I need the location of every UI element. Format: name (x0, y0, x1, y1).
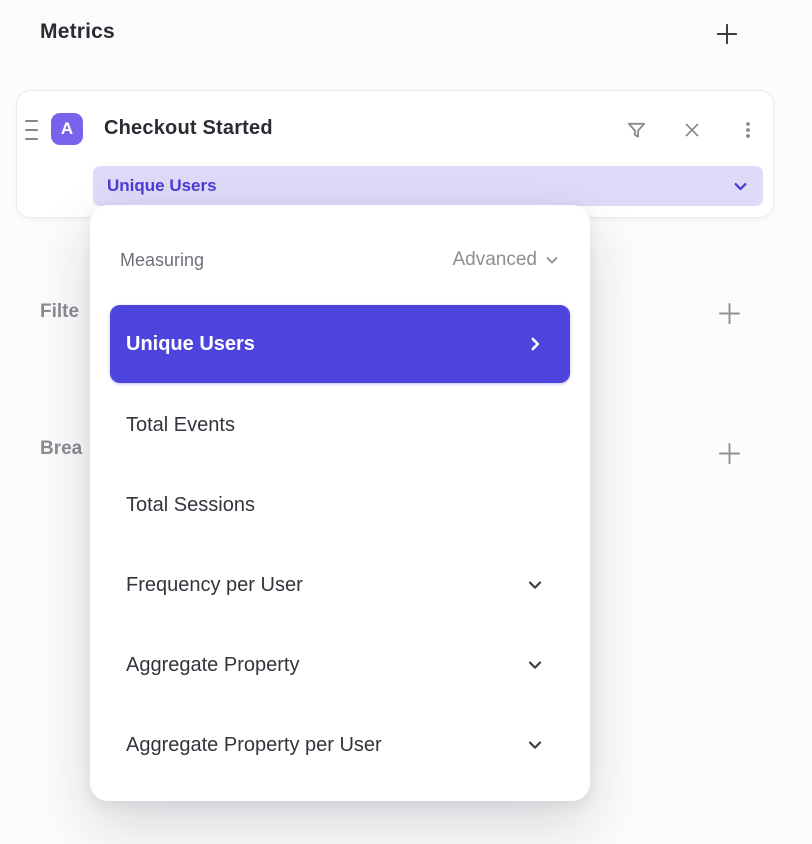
metric-card: A Checkout Started Unique Users (16, 90, 774, 218)
chevron-down-icon (526, 736, 544, 754)
measuring-title: Measuring (120, 250, 204, 271)
plus-icon (714, 21, 740, 47)
menu-item-label: Unique Users (126, 333, 255, 356)
chevron-down-icon (544, 252, 560, 268)
menu-item-label: Aggregate Property per User (126, 734, 382, 757)
metrics-panel: Metrics Filte Brea A Checkout Started (0, 0, 812, 844)
breakdown-section-label: Brea (40, 438, 82, 460)
drag-handle-icon[interactable] (25, 120, 39, 140)
menu-item-frequency-per-user[interactable]: Frequency per User (110, 545, 570, 625)
measurement-selector[interactable]: Unique Users (93, 166, 763, 206)
filter-button[interactable] (621, 115, 651, 145)
add-filter-button[interactable] (714, 298, 744, 328)
menu-item-label: Frequency per User (126, 574, 303, 597)
more-options-button[interactable] (733, 115, 763, 145)
measuring-dropdown-header: Measuring Advanced (120, 245, 560, 275)
event-name[interactable]: Checkout Started (104, 117, 273, 140)
filters-section-label: Filte (40, 301, 79, 323)
add-breakdown-button[interactable] (714, 438, 744, 468)
chevron-down-icon (526, 656, 544, 674)
menu-item-aggregate-property[interactable]: Aggregate Property (110, 625, 570, 705)
menu-item-aggregate-property-per-user[interactable]: Aggregate Property per User (110, 705, 570, 785)
add-metric-button[interactable] (712, 19, 742, 49)
plus-icon (716, 440, 743, 467)
metric-card-actions (621, 115, 763, 145)
remove-metric-button[interactable] (677, 115, 707, 145)
menu-item-label: Total Events (126, 414, 235, 437)
chevron-down-icon (732, 178, 749, 195)
kebab-menu-icon (737, 119, 759, 141)
measuring-mode-selector[interactable]: Advanced (452, 249, 560, 271)
measuring-dropdown: Measuring Advanced Unique Users Total Ev… (90, 205, 590, 801)
page-title: Metrics (40, 20, 115, 44)
menu-item-total-sessions[interactable]: Total Sessions (110, 465, 570, 545)
plus-icon (716, 300, 743, 327)
menu-item-label: Total Sessions (126, 494, 255, 517)
chevron-right-icon (526, 335, 544, 353)
chevron-down-icon (526, 576, 544, 594)
measuring-mode-label: Advanced (452, 249, 537, 271)
menu-item-label: Aggregate Property (126, 654, 299, 677)
menu-item-total-events[interactable]: Total Events (110, 385, 570, 465)
filter-funnel-icon (625, 119, 648, 142)
close-x-icon (681, 119, 703, 141)
series-badge: A (51, 113, 83, 145)
menu-item-unique-users[interactable]: Unique Users (110, 305, 570, 383)
measurement-selector-label: Unique Users (107, 176, 217, 196)
